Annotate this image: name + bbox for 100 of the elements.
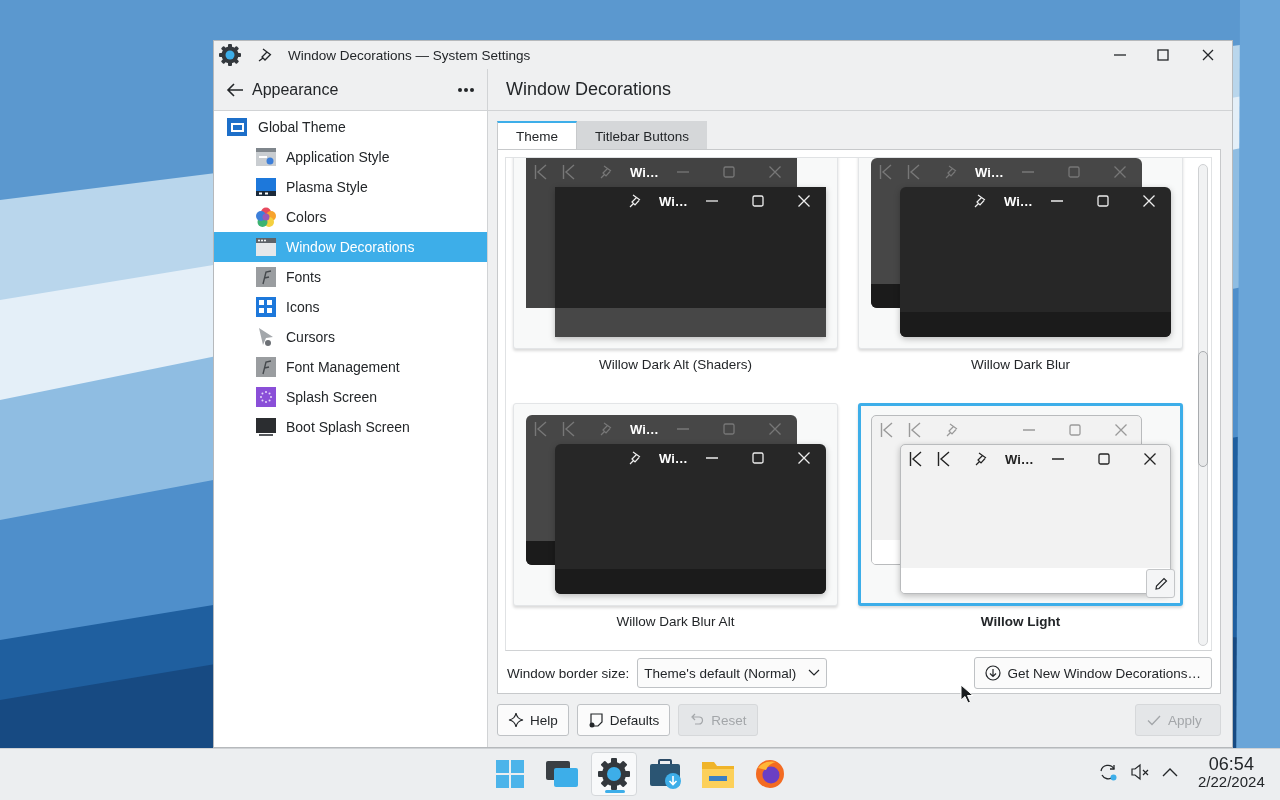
- pin-button[interactable]: [258, 48, 272, 62]
- theme-card[interactable]: Wi…: [858, 403, 1183, 606]
- theme-card[interactable]: Wi… Wi…: [858, 158, 1183, 349]
- gear-icon: [218, 43, 242, 67]
- clock[interactable]: 06:54 2/22/2024: [1198, 755, 1265, 790]
- sidebar-item[interactable]: Fonts: [214, 262, 487, 292]
- theme-name: Willow Dark Alt (Shaders): [597, 357, 753, 374]
- edit-button[interactable]: [1146, 569, 1175, 598]
- theme-card[interactable]: Wi… Wi…: [513, 158, 838, 349]
- theme-card[interactable]: Wi… Wi…: [513, 403, 838, 606]
- sidebar-item[interactable]: Application Style: [214, 142, 487, 172]
- font-icon: [256, 267, 276, 287]
- sparkle-icon: [508, 712, 524, 728]
- close-icon: [1142, 194, 1156, 208]
- muted-speaker-icon[interactable]: [1130, 762, 1150, 783]
- maximize-button[interactable]: [1155, 47, 1171, 63]
- window-preview-title: Wi…: [659, 193, 689, 209]
- bar-chevron-icon: [907, 164, 921, 180]
- scrollbar[interactable]: [1198, 164, 1208, 646]
- close-icon: [768, 422, 782, 436]
- close-icon: [797, 451, 811, 465]
- bar-chevron-icon: [562, 164, 576, 180]
- close-icon: [797, 194, 811, 208]
- window-preview-title: Wi…: [630, 421, 660, 437]
- pin-icon: [946, 423, 958, 437]
- font-icon: [256, 357, 276, 377]
- panel-icon: [256, 177, 276, 197]
- page-title: Window Decorations: [488, 69, 1232, 111]
- bar-chevron-icon: [879, 164, 893, 180]
- close-icon: [1114, 423, 1128, 437]
- window-preview-title: Wi…: [659, 450, 689, 466]
- chevron-up-icon[interactable]: [1162, 767, 1178, 778]
- sidebar-item[interactable]: Cursors: [214, 322, 487, 352]
- pin-icon: [600, 165, 612, 179]
- window-preview-title: Wi…: [975, 164, 1005, 180]
- theme-name: Willow Dark Blur Alt: [615, 614, 736, 631]
- window-preview-title: Wi…: [1004, 193, 1034, 209]
- sidebar-item[interactable]: Font Management: [214, 352, 487, 382]
- window-title: Window Decorations — System Settings: [288, 47, 531, 63]
- folder-icon[interactable]: [701, 759, 735, 789]
- close-button[interactable]: [1200, 47, 1216, 63]
- maximize-icon: [1155, 47, 1171, 63]
- border-size-label: Window border size:: [507, 665, 630, 681]
- sidebar-item[interactable]: Boot Splash Screen: [214, 412, 487, 442]
- taskbar-app[interactable]: [591, 752, 637, 796]
- gear-icon[interactable]: [597, 757, 631, 791]
- tiles-icon[interactable]: [494, 758, 526, 790]
- maximize-icon: [1068, 423, 1082, 437]
- close-icon: [1200, 47, 1216, 63]
- fox-globe-icon[interactable]: [754, 758, 786, 790]
- sidebar-item[interactable]: Splash Screen: [214, 382, 487, 412]
- pin-icon: [600, 422, 612, 436]
- windows-icon[interactable]: [545, 759, 579, 789]
- maximize-icon: [722, 165, 736, 179]
- bar-chevron-icon: [880, 422, 894, 438]
- more-icon[interactable]: [457, 86, 475, 93]
- maximize-icon: [751, 194, 765, 208]
- maximize-icon: [1067, 165, 1081, 179]
- bar-chevron-icon: [562, 421, 576, 437]
- window-preview-title: Wi…: [1005, 451, 1035, 467]
- monitor-icon: [256, 417, 276, 437]
- sidebar-item[interactable]: Icons: [214, 292, 487, 322]
- pencil-icon: [1153, 576, 1168, 591]
- briefcase-icon[interactable]: [649, 758, 683, 790]
- get-new-button[interactable]: Get New Window Decorations…: [974, 657, 1212, 689]
- sidebar-item[interactable]: Colors: [214, 202, 487, 232]
- action-button[interactable]: Defaults: [576, 704, 671, 736]
- close-icon: [768, 165, 782, 179]
- theme-name: Willow Light: [979, 614, 1062, 631]
- pin-icon: [629, 451, 641, 465]
- action-button[interactable]: Help: [497, 704, 569, 736]
- window-icon: [226, 116, 248, 138]
- tab[interactable]: Titlebar Buttons: [577, 121, 708, 149]
- maximize-icon: [722, 422, 736, 436]
- bar-chevron-icon: [908, 422, 922, 438]
- theme-name: Willow Dark Blur: [970, 357, 1071, 374]
- color-petals-icon: [256, 207, 276, 227]
- chevron-down-icon: [808, 669, 821, 677]
- pin-icon: [629, 194, 641, 208]
- sync-icon[interactable]: [1098, 762, 1118, 783]
- bar-chevron-icon: [534, 421, 548, 437]
- minimize-icon: [1114, 54, 1126, 56]
- sidebar-item[interactable]: Global Theme: [214, 112, 487, 142]
- maximize-icon: [1096, 194, 1110, 208]
- titlebar-window-icon: [256, 237, 276, 257]
- close-icon: [1113, 165, 1127, 179]
- maximize-icon: [751, 451, 765, 465]
- border-size-dropdown[interactable]: Theme's default (Normal): [637, 658, 828, 688]
- undo-icon: [689, 712, 706, 728]
- sidebar-item[interactable]: Plasma Style: [214, 172, 487, 202]
- window-icon: [256, 147, 276, 167]
- bar-chevron-icon: [909, 451, 923, 467]
- download-icon: [985, 665, 1002, 681]
- maximize-icon: [1097, 452, 1111, 466]
- pin-icon: [974, 194, 986, 208]
- tab[interactable]: Theme: [497, 121, 578, 149]
- sidebar-header: Appearance: [252, 80, 339, 99]
- back-arrow-icon[interactable]: [226, 81, 244, 98]
- window-preview-title: Wi…: [630, 164, 660, 180]
- bar-chevron-icon: [534, 164, 548, 180]
